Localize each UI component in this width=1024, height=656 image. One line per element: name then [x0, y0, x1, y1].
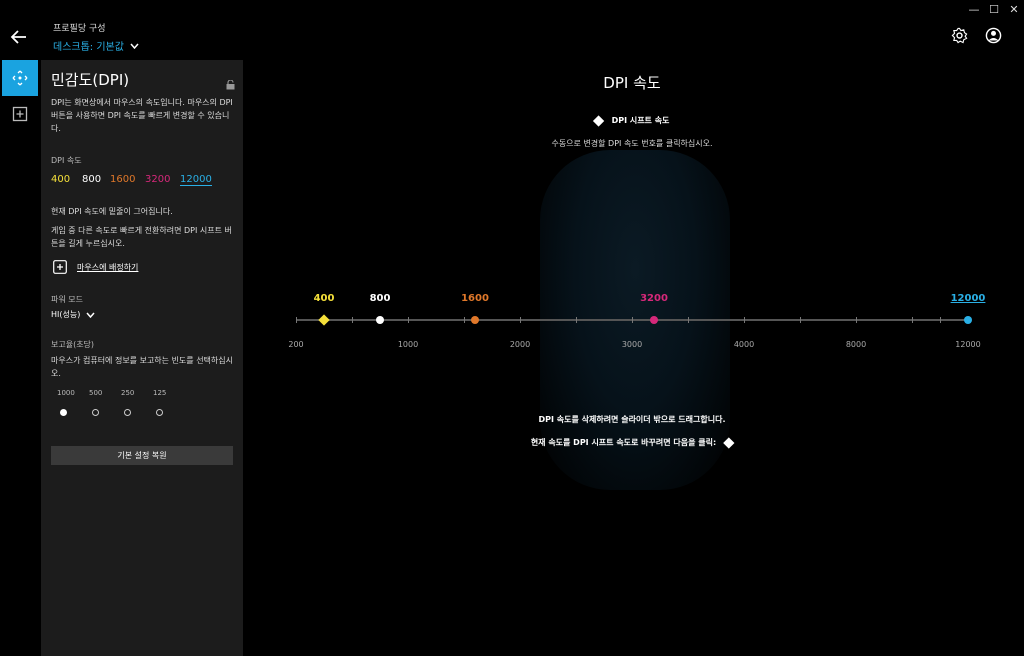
slider-tick [352, 317, 353, 323]
report-rate-label-250: 250 [121, 389, 135, 397]
lock-icon [226, 79, 235, 90]
dpi-point-12000[interactable] [964, 316, 972, 324]
report-rate-description: 마우스가 컴퓨터에 정보를 보고하는 빈도를 선택하십시오. [51, 356, 233, 378]
report-rate-radio-500[interactable] [92, 409, 99, 416]
dpi-point-label-12000[interactable]: 12000 [951, 293, 986, 304]
header-subtitle: 프로필당 구성 [53, 24, 106, 34]
delete-hint: DPI 속도를 삭제하려면 슬라이더 밖으로 드래그합니다. [538, 415, 726, 424]
chevron-down-icon [86, 312, 95, 318]
arrow-left-icon [10, 30, 26, 44]
axis-tick-label: 1000 [397, 340, 419, 349]
report-rate-label-500: 500 [89, 389, 103, 397]
reset-defaults-button[interactable]: 기본 설정 복원 [51, 446, 233, 465]
report-rate-label-1000: 1000 [57, 389, 75, 397]
rail-add-button[interactable] [2, 96, 38, 132]
slider-tick [296, 317, 297, 323]
chevron-down-icon [130, 43, 139, 49]
profile-label: 데스크톱: 기본값 [53, 42, 124, 53]
slider-tick [632, 317, 633, 323]
slider-tick [744, 317, 745, 323]
dpi-point-label-400[interactable]: 400 [314, 293, 335, 304]
slider-tick [576, 317, 577, 323]
dpi-speed-label: DPI 속도 [51, 156, 82, 165]
power-mode-value: HI(성능) [51, 310, 81, 319]
sensitivity-panel: 민감도(DPI) DPI는 화면상에서 마우스의 속도입니다. 마우스의 DPI… [41, 60, 243, 656]
dpi-speed-12000[interactable]: 12000 [180, 174, 212, 186]
power-mode-label: 파워 모드 [51, 295, 83, 304]
axis-tick-label: 12000 [955, 340, 981, 349]
dpi-speed-1600[interactable]: 1600 [110, 174, 135, 185]
report-rate-radio-1000[interactable] [60, 409, 67, 416]
instruction-text: 수동으로 변경할 DPI 속도 번호를 클릭하십시오. [551, 139, 713, 148]
dpi-shift-legend: DPI 시프트 속도 [592, 114, 670, 127]
panel-title: 민감도(DPI) [51, 71, 130, 89]
back-button[interactable] [10, 28, 28, 50]
dpi-point-label-3200[interactable]: 3200 [640, 293, 668, 304]
dpi-speed-3200[interactable]: 3200 [145, 174, 170, 185]
slider-tick [940, 317, 941, 323]
slider-tick [688, 317, 689, 323]
set-shift-diamond-button[interactable] [723, 436, 735, 449]
underline-info: 현재 DPI 속도에 밑줄이 그어집니다. [51, 207, 173, 216]
slider-tick [800, 317, 801, 323]
shift-hint-text: 현재 속도를 DPI 시프트 속도로 바꾸려면 다음을 클릭: [530, 438, 717, 447]
axis-tick-label: 3000 [621, 340, 643, 349]
dpi-point-3200[interactable] [650, 316, 658, 324]
rail-sensitivity-button[interactable] [2, 60, 38, 96]
maximize-button[interactable]: ☐ [987, 4, 1001, 16]
power-mode-select[interactable]: HI(성능) [51, 309, 95, 320]
panel-description: DPI는 화면상에서 마우스의 속도입니다. 마우스의 DPI 버튼을 사용하면… [51, 98, 233, 133]
dpi-point-1600[interactable] [471, 316, 479, 324]
diamond-icon [592, 114, 605, 127]
main-title: DPI 속도 [603, 74, 661, 92]
dpi-speed-400[interactable]: 400 [51, 174, 70, 185]
assign-to-mouse-button[interactable]: 마우스에 배정하기 [53, 260, 138, 274]
profile-selector[interactable]: 데스크톱: 기본값 [53, 38, 139, 53]
gear-icon [951, 27, 968, 44]
minimize-button[interactable]: — [967, 4, 981, 16]
report-rate-label: 보고율(초당) [51, 340, 95, 349]
account-button[interactable] [985, 27, 1002, 48]
assign-label: 마우스에 배정하기 [77, 262, 139, 272]
shift-hint: 현재 속도를 DPI 시프트 속도로 바꾸려면 다음을 클릭: [530, 436, 735, 449]
plus-box-icon [12, 106, 28, 122]
dpi-speed-800[interactable]: 800 [82, 174, 101, 185]
settings-button[interactable] [951, 27, 968, 48]
axis-tick-label: 200 [288, 340, 304, 349]
shift-label: DPI 시프트 속도 [611, 116, 670, 125]
report-rate-radio-250[interactable] [124, 409, 131, 416]
dpi-point-400[interactable] [318, 314, 330, 326]
left-rail [0, 60, 38, 656]
report-rate-radio-125[interactable] [156, 409, 163, 416]
dpi-point-label-800[interactable]: 800 [370, 293, 391, 304]
dpi-point-800[interactable] [376, 316, 384, 324]
slider-tick [520, 317, 521, 323]
slider-tick [912, 317, 913, 323]
lock-button[interactable] [226, 75, 235, 94]
plus-box-icon [53, 260, 67, 274]
move-icon [12, 70, 28, 86]
axis-tick-label: 8000 [845, 340, 867, 349]
axis-tick-label: 2000 [509, 340, 531, 349]
axis-tick-label: 4000 [733, 340, 755, 349]
slider-tick [408, 317, 409, 323]
dpi-point-label-1600[interactable]: 1600 [461, 293, 489, 304]
report-rate-label-125: 125 [153, 389, 167, 397]
slider-tick [464, 317, 465, 323]
shift-info: 게임 중 다른 속도로 빠르게 전환하려면 DPI 시프트 버튼을 길게 누르십… [51, 226, 232, 248]
user-icon [985, 27, 1002, 44]
close-button[interactable]: ✕ [1007, 4, 1021, 16]
slider-tick [856, 317, 857, 323]
